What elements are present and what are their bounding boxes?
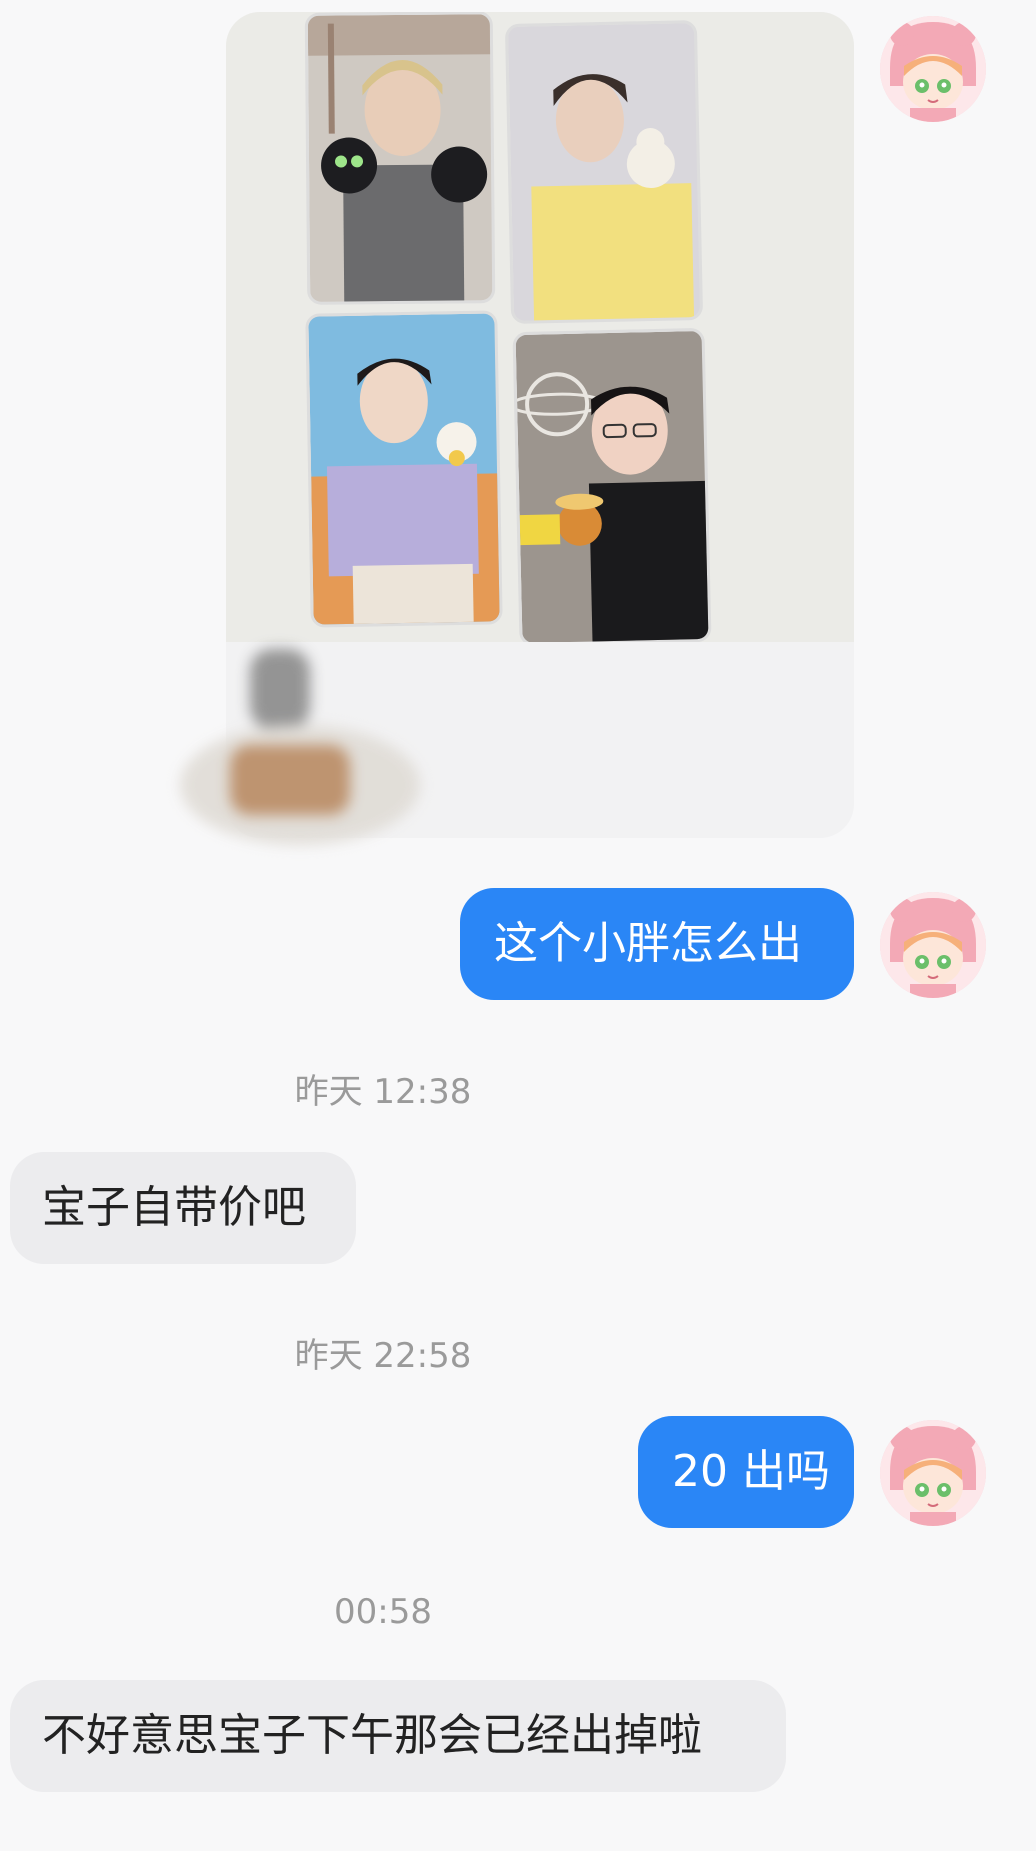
avatar[interactable] [880,16,986,122]
incoming-message[interactable]: 宝子自带价吧 [10,1152,356,1264]
timestamp: 昨天 22:58 [294,1336,472,1376]
photocard-3 [305,310,503,628]
photocard-1 [304,12,496,305]
timestamp: 00:58 [334,1592,432,1632]
timestamp: 昨天 12:38 [294,1072,472,1112]
avatar[interactable] [880,892,986,998]
incoming-message[interactable]: 不好意思宝子下午那会已经出掉啦 [10,1680,786,1792]
blurred-sticker [170,645,430,855]
outgoing-message[interactable]: 这个小胖怎么出 [460,888,854,1000]
photocard-4 [512,327,712,642]
photocards-photo[interactable] [226,12,854,642]
outgoing-message[interactable]: 20 出吗 [638,1416,854,1528]
avatar[interactable] [880,1420,986,1526]
photocard-2 [504,20,704,324]
